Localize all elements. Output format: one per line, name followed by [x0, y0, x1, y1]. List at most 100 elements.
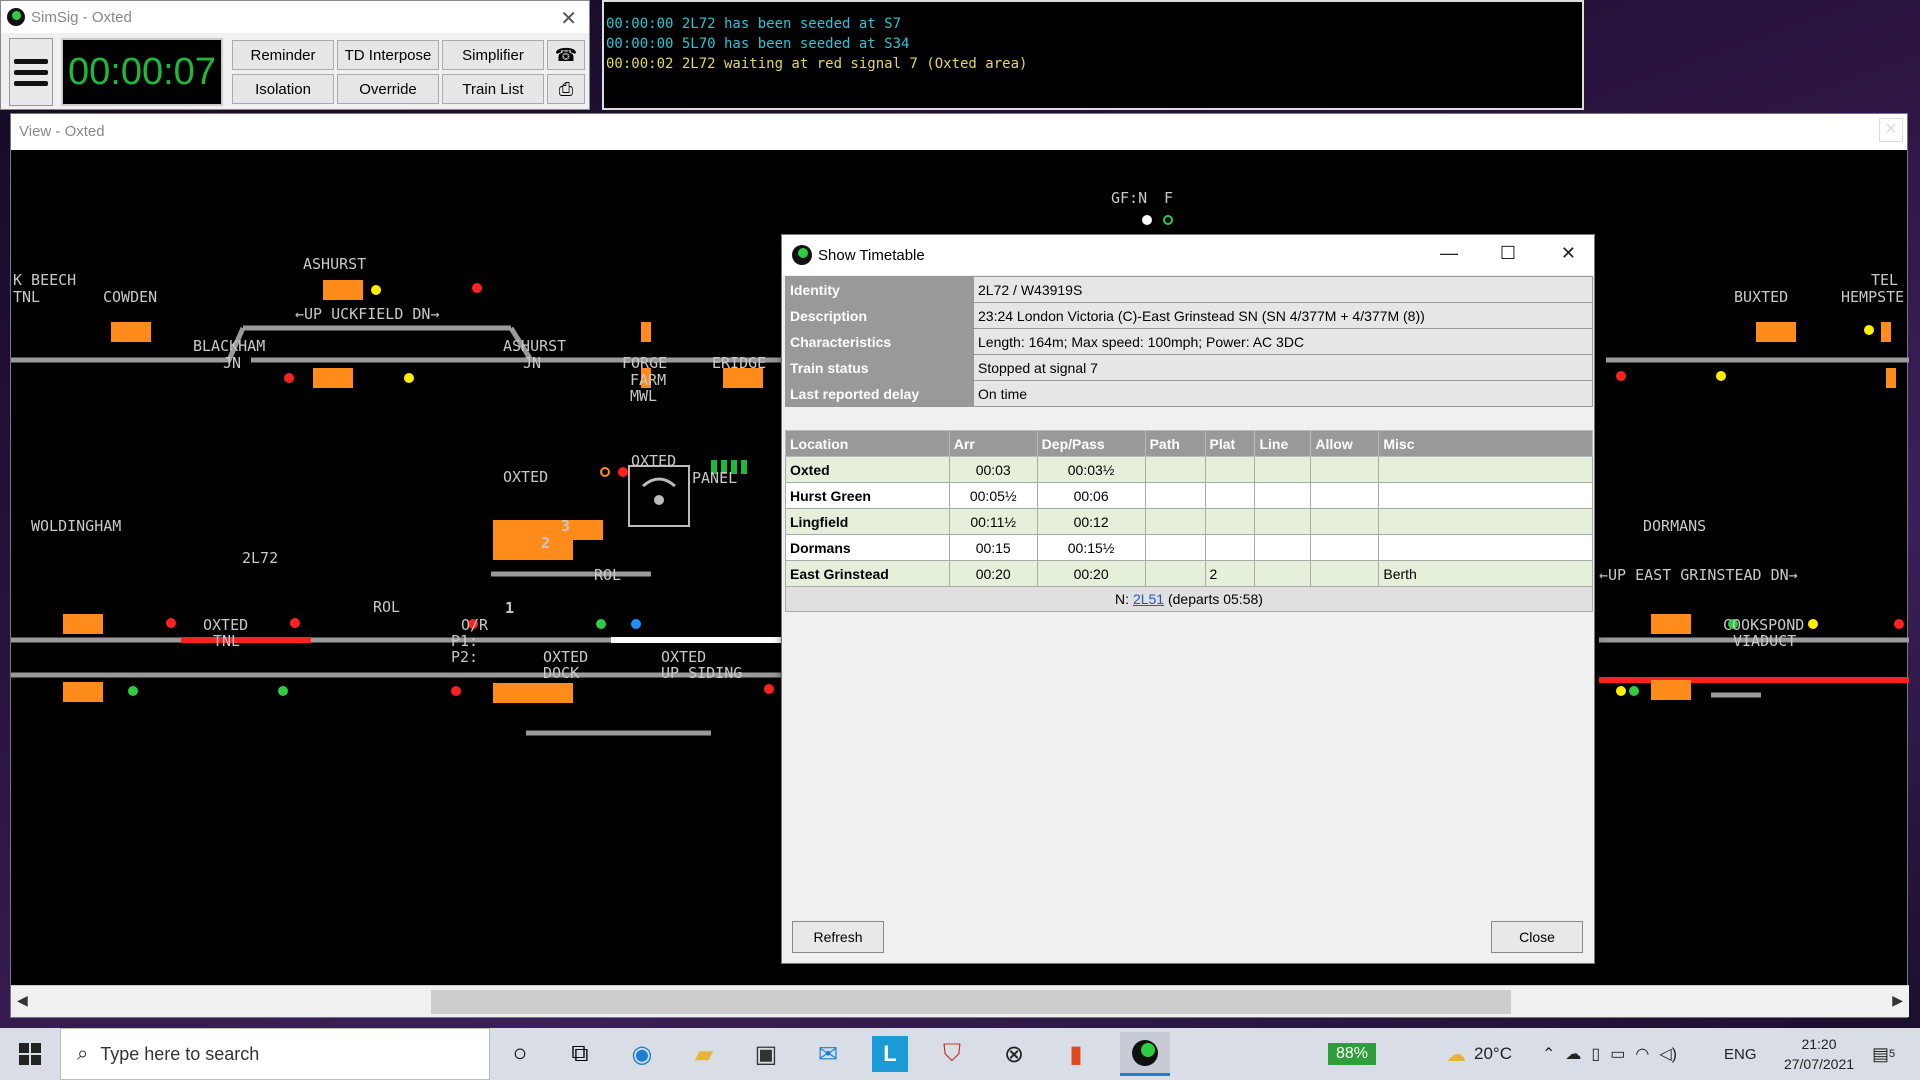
battery-icon[interactable]: ▭ — [1610, 1044, 1625, 1064]
log-line: 00:00:02 2L72 waiting at red signal 7 (O… — [606, 56, 1028, 72]
close-button[interactable]: Close — [1491, 921, 1583, 953]
info-key: Identity — [785, 276, 974, 303]
panel-label: PANEL — [692, 469, 737, 487]
close-icon[interactable]: ✕ — [1561, 243, 1576, 264]
file-explorer-icon[interactable]: ▰ — [686, 1036, 722, 1072]
next-suffix: (departs 05:58) — [1164, 591, 1263, 607]
store-icon[interactable]: ▣ — [748, 1036, 784, 1072]
maximize-icon[interactable]: ☐ — [1500, 243, 1516, 264]
timetable-row[interactable]: Dormans 00:15 00:15½ — [785, 534, 1593, 561]
chevron-up-icon[interactable]: ⌃ — [1542, 1044, 1555, 1064]
timetable-cell — [1144, 534, 1206, 561]
panel-label: HEMPSTE — [1841, 288, 1904, 306]
timetable-row[interactable]: East Grinstead 00:20 00:20 2 Berth — [785, 560, 1593, 587]
cortana-icon[interactable]: ○ — [502, 1036, 538, 1072]
timetable-cell: Lingfield — [785, 508, 950, 535]
column-header[interactable]: Path — [1144, 430, 1206, 457]
timetable-cell — [1204, 456, 1256, 483]
reminder-button[interactable]: Reminder — [232, 40, 334, 70]
notification-icon[interactable]: ▤ 5 — [1872, 1028, 1895, 1080]
timetable-dialog: Show Timetable — ☐ ✕ Identity 2L72 / W439… — [781, 234, 1595, 964]
scroll-thumb[interactable] — [431, 990, 1511, 1014]
column-header[interactable]: Line — [1254, 430, 1312, 457]
column-header[interactable]: Misc — [1378, 430, 1593, 457]
timetable-row[interactable]: Lingfield 00:11½ 00:12 — [785, 508, 1593, 535]
timetable-cell: 00:11½ — [948, 508, 1038, 535]
panel-label: ASHURST — [303, 255, 366, 273]
device-icon[interactable]: ▯ — [1591, 1044, 1600, 1064]
override-button[interactable]: Override — [337, 74, 439, 104]
berth-number[interactable]: 2 — [541, 534, 550, 552]
timetable-cell: 00:20 — [1036, 560, 1146, 587]
berth-number[interactable]: 3 — [561, 517, 570, 535]
wifi-icon[interactable]: ◠ — [1635, 1044, 1649, 1064]
search-icon: ⌕ — [77, 1042, 89, 1065]
control-titlebar: SimSig - Oxted ✕ — [1, 1, 589, 33]
isolation-button[interactable]: Isolation — [232, 74, 334, 104]
panel-label: COWDEN — [103, 288, 157, 306]
printer-icon[interactable]: ⎙ — [547, 74, 585, 104]
train-list-button[interactable]: Train List — [442, 74, 544, 104]
timetable-locations-table: Location Arr Dep/Pass Path Plat Line Allow Misc… — [785, 430, 1593, 587]
timetable-cell: 00:03½ — [1036, 456, 1146, 483]
main-menu-button[interactable] — [9, 38, 53, 106]
column-header[interactable]: Arr — [948, 430, 1038, 457]
td-interpose-button[interactable]: TD Interpose — [337, 40, 439, 70]
office-icon[interactable]: ▮ — [1058, 1036, 1094, 1072]
column-header[interactable]: Allow — [1310, 430, 1380, 457]
timetable-cell — [1310, 482, 1380, 509]
refresh-button[interactable]: Refresh — [792, 921, 884, 953]
xbox-icon[interactable]: ⊗ — [996, 1036, 1032, 1072]
system-tray: ⌃ ☁ ▯ ▭ ◠ ◁) — [1542, 1028, 1677, 1080]
minimize-icon[interactable]: — — [1440, 243, 1458, 264]
panel-label: TEL — [1871, 271, 1898, 289]
info-key: Train status — [785, 354, 974, 381]
berth-number[interactable]: 1 — [505, 599, 514, 617]
mcafee-icon[interactable]: ⛉ — [934, 1036, 970, 1072]
panel-label: DOCK — [543, 664, 579, 682]
language-indicator[interactable]: ENG — [1724, 1028, 1757, 1080]
simplifier-button[interactable]: Simplifier — [442, 40, 544, 70]
column-header[interactable]: Location — [785, 430, 950, 457]
simsig-logo-icon — [792, 245, 812, 265]
temperature: 20°C — [1474, 1044, 1512, 1063]
timetable-cell: 00:06 — [1036, 482, 1146, 509]
weather-widget[interactable]: ☁ 20°C — [1446, 1028, 1512, 1080]
dialog-title: Show Timetable — [818, 246, 925, 264]
simsig-taskbar-icon[interactable] — [1120, 1032, 1170, 1076]
panel-label: DORMANS — [1643, 517, 1706, 535]
task-view-icon[interactable]: ⧉ — [562, 1036, 598, 1072]
onedrive-icon[interactable]: ☁ — [1565, 1044, 1581, 1064]
panel-label: K BEECH — [13, 271, 76, 289]
next-train-link[interactable]: 2L51 — [1133, 591, 1164, 607]
taskbar-search[interactable]: ⌕ Type here to search — [60, 1028, 490, 1080]
timetable-row[interactable]: Oxted 00:03 00:03½ — [785, 456, 1593, 483]
battery-indicator[interactable]: 88% — [1328, 1028, 1377, 1080]
column-header[interactable]: Dep/Pass — [1036, 430, 1146, 457]
timetable-cell: Hurst Green — [785, 482, 950, 509]
scroll-left-icon[interactable]: ◀ — [17, 992, 28, 1009]
taskbar: ⌕ Type here to search ○ ⧉ ◉ ▰ ▣ ✉ L ⛉ ⊗ … — [0, 1028, 1920, 1080]
timetable-titlebar: Show Timetable — ☐ ✕ — [782, 235, 1594, 275]
info-value: 23:24 London Victoria (C)-East Grinstead… — [973, 302, 1593, 329]
timetable-row[interactable]: Hurst Green 00:05½ 00:06 — [785, 482, 1593, 509]
l-app-icon[interactable]: L — [872, 1036, 908, 1072]
telephone-icon[interactable]: ☎ — [547, 40, 585, 70]
close-icon[interactable]: ✕ — [1879, 118, 1903, 142]
horizontal-scrollbar[interactable]: ◀ ▶ — [11, 985, 1909, 1017]
panel-label: JN — [523, 354, 541, 372]
timetable-cell — [1254, 482, 1312, 509]
info-value: 2L72 / W43919S — [973, 276, 1593, 303]
message-log[interactable]: 00:00:00 2L72 has been seeded at S7 00:0… — [602, 0, 1584, 110]
panel-label: GF:N — [1111, 189, 1147, 207]
volume-icon[interactable]: ◁) — [1659, 1044, 1677, 1064]
timetable-cell: Berth — [1378, 560, 1593, 587]
column-header[interactable]: Plat — [1204, 430, 1256, 457]
mail-icon[interactable]: ✉ — [810, 1036, 846, 1072]
scroll-right-icon[interactable]: ▶ — [1892, 992, 1903, 1009]
close-icon[interactable]: ✕ — [560, 6, 577, 31]
windows-start-icon[interactable] — [0, 1028, 60, 1080]
clock-date[interactable]: 21:20 27/07/2021 — [1774, 1028, 1864, 1080]
edge-browser-icon[interactable]: ◉ — [624, 1036, 660, 1072]
panel-label: ERIDGE — [712, 354, 766, 372]
